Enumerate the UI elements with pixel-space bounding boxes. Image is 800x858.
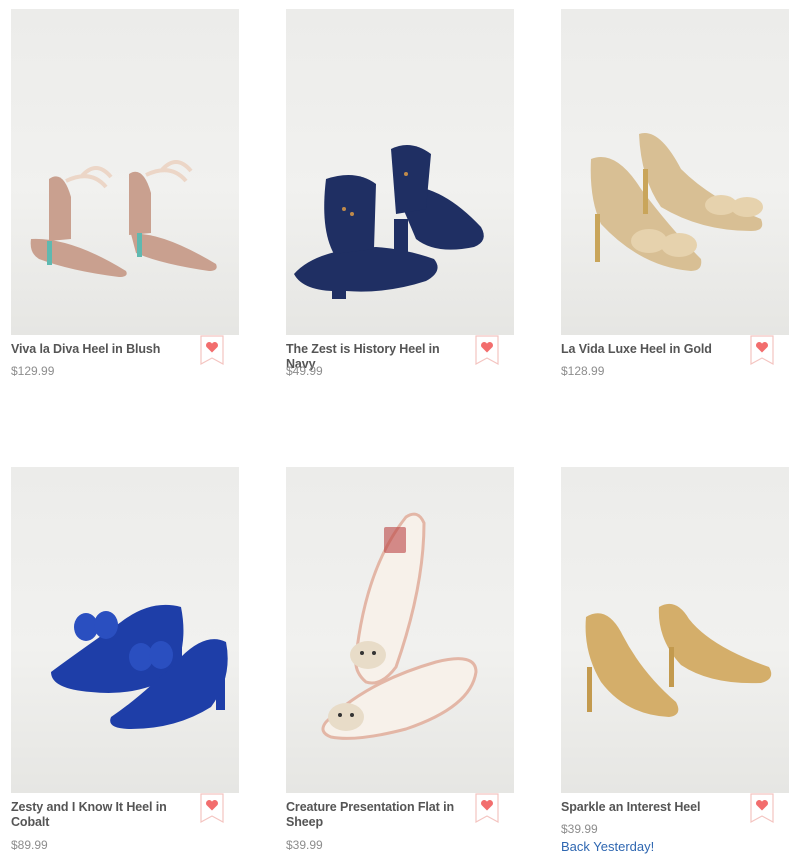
product-price: $49.99 xyxy=(286,364,323,378)
heart-icon[interactable] xyxy=(750,335,774,366)
product-image[interactable] xyxy=(11,9,239,335)
heart-icon[interactable] xyxy=(475,335,499,366)
product-price: $39.99 xyxy=(286,838,323,852)
product-name[interactable]: Creature Presentation Flat in Sheep xyxy=(286,800,464,830)
product-image[interactable] xyxy=(561,467,789,793)
product-name[interactable]: Zesty and I Know It Heel in Cobalt xyxy=(11,800,189,830)
product-price: $89.99 xyxy=(11,838,48,852)
product-image[interactable] xyxy=(286,467,514,793)
product-image[interactable] xyxy=(561,9,789,335)
product-image[interactable] xyxy=(286,9,514,335)
product-name[interactable]: La Vida Luxe Heel in Gold xyxy=(561,342,739,357)
product-price: $39.99 xyxy=(561,822,598,836)
product-price: $128.99 xyxy=(561,364,605,378)
heart-icon[interactable] xyxy=(750,793,774,824)
heart-icon[interactable] xyxy=(475,793,499,824)
product-price: $129.99 xyxy=(11,364,55,378)
product-name[interactable]: Sparkle an Interest Heel xyxy=(561,800,739,815)
heart-icon[interactable] xyxy=(200,793,224,824)
back-in-stock-link[interactable]: Back Yesterday! xyxy=(561,839,654,854)
heart-icon[interactable] xyxy=(200,335,224,366)
product-image[interactable] xyxy=(11,467,239,793)
product-name[interactable]: Viva la Diva Heel in Blush xyxy=(11,342,189,357)
